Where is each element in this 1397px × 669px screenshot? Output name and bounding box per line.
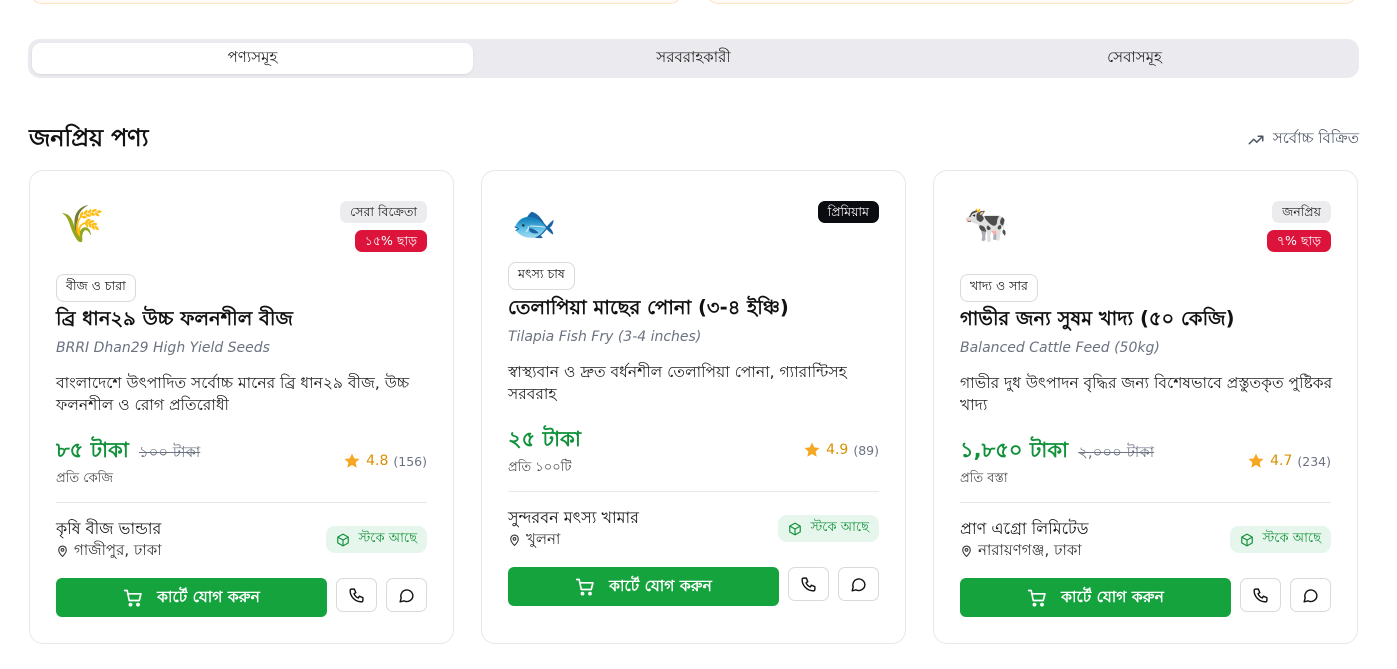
location-text: খুলনা — [526, 530, 561, 548]
message-button[interactable] — [386, 578, 427, 612]
cart-icon — [575, 578, 594, 596]
map-pin-icon — [962, 545, 971, 558]
tab-suppliers[interactable]: সরবরাহকারী — [473, 43, 914, 74]
section-title: জনপ্রিয় পণ্য — [29, 124, 149, 152]
category-tabs: পণ্যসমূহ সরবরাহকারী সেবাসমূহ — [28, 39, 1359, 78]
bestseller-link-label: সর্বোচ্চ বিক্রিত — [1272, 129, 1359, 147]
product-name[interactable]: ব্রি ধান২৯ উচ্চ ফলনশীল বীজ — [56, 305, 293, 337]
add-to-cart-button[interactable]: কার্টে যোগ করুন — [56, 578, 327, 617]
rating: 4.8 (156) — [343, 452, 427, 470]
star-icon — [1248, 453, 1264, 468]
current-price: ৮৫ টাকা — [56, 438, 129, 462]
tab-services[interactable]: সেবাসমূহ — [914, 43, 1355, 74]
product-name[interactable]: তেলাপিয়া মাছের পোনা (৩-৪ ইঞ্চি) — [508, 294, 789, 326]
call-button[interactable] — [1240, 578, 1281, 612]
old-price: ২,০০০ টাকা — [1078, 443, 1155, 461]
add-to-cart-label: কার্টে যোগ করুন — [609, 576, 712, 595]
review-count: (89) — [853, 442, 879, 458]
message-button[interactable] — [838, 567, 879, 601]
bestseller-badge: সেরা বিক্রেতা — [340, 201, 427, 223]
bestseller-link[interactable]: সর্বোচ্চ বিক্রিত — [1247, 127, 1359, 152]
rating-value: 4.9 — [826, 442, 849, 458]
current-price: ২৫ টাকা — [508, 427, 581, 451]
category-chip: বীজ ও চারা — [56, 274, 136, 302]
category-chip: মৎস্য চাষ — [508, 262, 575, 290]
product-description: গাভীর দুধ উৎপাদন বৃদ্ধির জন্য বিশেষভাবে … — [960, 374, 1333, 414]
seller-location: গাজীপুর, ঢাকা — [56, 539, 162, 564]
map-pin-icon — [58, 545, 67, 558]
phone-icon — [1253, 587, 1268, 603]
location-text: গাজীপুর, ঢাকা — [74, 541, 162, 559]
star-icon — [804, 442, 820, 457]
divider — [56, 502, 427, 503]
rating: 4.7 (234) — [1247, 452, 1331, 470]
price: ২৫ টাকা — [508, 423, 581, 458]
product-card: 🐄 জনপ্রিয় ৭% ছাড় খাদ্য ও সার গাভীর জন্… — [933, 170, 1358, 644]
cow-icon: 🐄 — [963, 204, 1009, 245]
stock-badge: স্টকে আছে — [778, 515, 879, 542]
stock-badge: স্টকে আছে — [326, 526, 427, 553]
product-card: 🌾 সেরা বিক্রেতা ১৫% ছাড় বীজ ও চারা ব্রি… — [29, 170, 454, 644]
trending-up-icon — [1248, 135, 1264, 144]
product-name[interactable]: গাভীর জন্য সুষম খাদ্য (৫০ কেজি) — [960, 305, 1235, 337]
category-chip: খাদ্য ও সার — [960, 274, 1038, 302]
product-description: স্বাস্থ্যবান ও দ্রুত বর্ধনশীল তেলাপিয়া … — [508, 363, 847, 403]
chat-icon — [1303, 588, 1318, 603]
add-to-cart-label: কার্টে যোগ করুন — [157, 587, 260, 606]
product-description: বাংলাদেশে উৎপাদিত সর্বোচ্চ মানের ব্রি ধা… — [56, 374, 410, 414]
rating-value: 4.7 — [1270, 453, 1293, 469]
divider — [508, 491, 879, 492]
package-icon — [337, 533, 350, 546]
price-unit: প্রতি ১০০টি — [508, 460, 572, 475]
star-icon — [344, 453, 360, 468]
rating-value: 4.8 — [366, 453, 389, 469]
call-button[interactable] — [788, 567, 829, 601]
product-card: 🐟 প্রিমিয়াম মৎস্য চাষ তেলাপিয়া মাছের প… — [481, 170, 906, 644]
premium-badge: প্রিমিয়াম — [817, 201, 879, 223]
product-name-english: Balanced Cattle Feed (50kg) — [960, 340, 1160, 356]
add-to-cart-button[interactable]: কার্টে যোগ করুন — [960, 578, 1231, 617]
product-name-english: BRRI Dhan29 High Yield Seeds — [56, 340, 270, 356]
discount-badge: ৭% ছাড় — [1266, 230, 1331, 252]
stock-text: স্টকে আছে — [1262, 531, 1321, 546]
package-icon — [1241, 533, 1254, 546]
tab-products[interactable]: পণ্যসমূহ — [32, 43, 473, 74]
phone-icon — [801, 576, 816, 592]
seller-location: খুলনা — [508, 528, 560, 553]
old-price: ১০০ টাকা — [138, 443, 201, 461]
price: ১,৮৫০ টাকা ২,০০০ টাকা — [960, 434, 1154, 469]
stock-text: স্টকে আছে — [810, 520, 869, 535]
chat-icon — [851, 577, 866, 592]
popular-badge: জনপ্রিয় — [1272, 201, 1331, 223]
product-name-english: Tilapia Fish Fry (3-4 inches) — [508, 329, 702, 345]
cart-icon — [123, 589, 142, 607]
call-button[interactable] — [336, 578, 377, 612]
add-to-cart-label: কার্টে যোগ করুন — [1061, 587, 1164, 606]
seller-location: নারায়ণগঞ্জ, ঢাকা — [960, 539, 1082, 564]
map-pin-icon — [510, 534, 519, 547]
fish-icon: 🐟 — [511, 204, 557, 245]
message-button[interactable] — [1290, 578, 1331, 612]
price-unit: প্রতি কেজি — [56, 471, 114, 486]
chat-icon — [399, 588, 414, 603]
add-to-cart-button[interactable]: কার্টে যোগ করুন — [508, 567, 779, 606]
rice-plant-icon: 🌾 — [59, 204, 105, 245]
stock-text: স্টকে আছে — [358, 531, 417, 546]
current-price: ১,৮৫০ টাকা — [960, 438, 1069, 462]
review-count: (156) — [393, 453, 427, 469]
review-count: (234) — [1297, 453, 1331, 469]
phone-icon — [349, 587, 364, 603]
location-text: নারায়ণগঞ্জ, ঢাকা — [978, 541, 1082, 559]
price-unit: প্রতি বস্তা — [960, 471, 1008, 486]
top-panel-left — [30, 0, 682, 4]
discount-badge: ১৫% ছাড় — [354, 230, 427, 252]
rating: 4.9 (89) — [803, 441, 879, 459]
divider — [960, 502, 1331, 503]
stock-badge: স্টকে আছে — [1230, 526, 1331, 553]
price: ৮৫ টাকা ১০০ টাকা — [56, 434, 200, 469]
cart-icon — [1027, 589, 1046, 607]
top-panel-right — [706, 0, 1357, 4]
package-icon — [789, 522, 802, 535]
